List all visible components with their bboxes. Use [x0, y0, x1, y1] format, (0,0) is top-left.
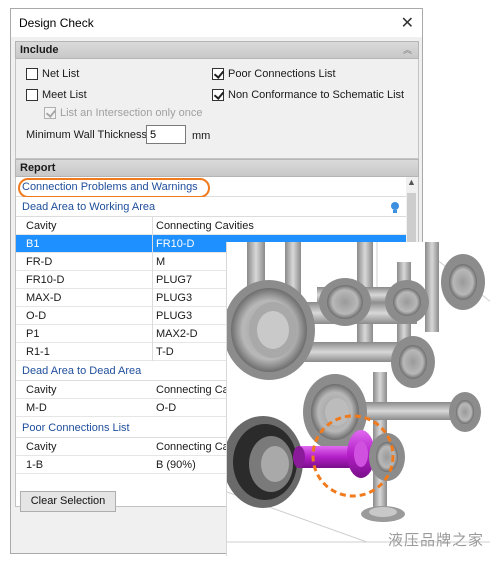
col-connecting-header: Connecting Cavities — [156, 220, 254, 232]
non-conformance-option[interactable]: Non Conformance to Schematic List — [212, 88, 404, 102]
cell-cavity: R1-1 — [26, 346, 50, 358]
manifold-3d-view[interactable]: 液压品牌之家 — [226, 242, 490, 556]
manifold-render — [227, 242, 490, 543]
scroll-up-icon[interactable]: ▲ — [407, 177, 416, 187]
cell-cavity: P1 — [26, 328, 40, 340]
non-conformance-checkbox[interactable] — [212, 89, 224, 101]
report-section-header[interactable]: Report — [15, 159, 419, 177]
cell-connecting: M — [156, 256, 166, 268]
col-connecting-header: Connecting Ca — [156, 441, 229, 453]
group-dead-to-working[interactable]: Dead Area to Working Area — [16, 197, 406, 217]
lightbulb-icon[interactable] — [390, 201, 400, 215]
meet-list-option[interactable]: Meet List — [26, 88, 87, 102]
cell-cavity: FR-D — [26, 256, 53, 268]
table-header: Cavity Connecting Cavities — [16, 217, 406, 235]
min-wall-thickness-input[interactable] — [146, 125, 186, 144]
col-cavity-header: Cavity — [26, 441, 57, 453]
intersection-once-option[interactable]: List an Intersection only once — [44, 106, 202, 120]
net-list-label: Net List — [42, 68, 80, 80]
col-cavity-header: Cavity — [26, 384, 57, 396]
collapse-icon[interactable]: ︽ — [403, 42, 412, 58]
poor-connections-label: Poor Connections List — [228, 68, 336, 80]
close-icon[interactable]: ✕ — [401, 13, 414, 33]
cell-cavity: FR10-D — [26, 274, 65, 286]
include-section-body: Net List Poor Connections List Meet List… — [15, 59, 419, 159]
title-bar: Design Check ✕ — [11, 9, 422, 37]
min-wall-unit: mm — [192, 130, 211, 142]
watermark-text: 液压品牌之家 — [387, 531, 484, 549]
column-divider — [152, 217, 153, 361]
non-conformance-label: Non Conformance to Schematic List — [228, 89, 405, 101]
cell-connecting: T-D — [156, 346, 174, 358]
cell-cavity: M-D — [26, 402, 47, 414]
cell-connecting: PLUG3 — [156, 292, 193, 304]
cell-connecting: PLUG3 — [156, 310, 193, 322]
meet-list-checkbox[interactable] — [26, 89, 38, 101]
include-header-label: Include — [20, 44, 59, 56]
dialog-title: Design Check — [19, 16, 94, 30]
cell-cavity: MAX-D — [26, 292, 62, 304]
intersection-once-label: List an Intersection only once — [60, 107, 203, 119]
net-list-checkbox[interactable] — [26, 68, 38, 80]
group-dead-to-working-label: Dead Area to Working Area — [22, 201, 156, 213]
poor-connections-option[interactable]: Poor Connections List — [212, 67, 336, 81]
highlight-oval — [18, 178, 210, 198]
cell-connecting: O-D — [156, 402, 177, 414]
cell-connecting: PLUG7 — [156, 274, 193, 286]
cell-cavity: 1-B — [26, 459, 44, 471]
net-list-option[interactable]: Net List — [26, 67, 79, 81]
col-connecting-header: Connecting Ca — [156, 384, 229, 396]
include-section-header[interactable]: Include ︽ — [15, 41, 419, 59]
cell-cavity: O-D — [26, 310, 47, 322]
cell-connecting: B (90%) — [156, 459, 196, 471]
meet-list-label: Meet List — [42, 89, 87, 101]
group-poor-connections-label: Poor Connections List — [22, 422, 130, 434]
col-cavity-header: Cavity — [26, 220, 57, 232]
report-header-label: Report — [20, 162, 56, 174]
cell-connecting: FR10-D — [156, 238, 195, 250]
poor-connections-checkbox[interactable] — [212, 68, 224, 80]
clear-selection-button[interactable]: Clear Selection — [20, 491, 116, 512]
intersection-once-checkbox[interactable] — [44, 107, 56, 119]
group-dead-to-dead-label: Dead Area to Dead Area — [22, 365, 142, 377]
min-wall-label: Minimum Wall Thickness — [26, 129, 148, 141]
cell-cavity: B1 — [26, 238, 40, 250]
cell-connecting: MAX2-D — [156, 328, 198, 340]
